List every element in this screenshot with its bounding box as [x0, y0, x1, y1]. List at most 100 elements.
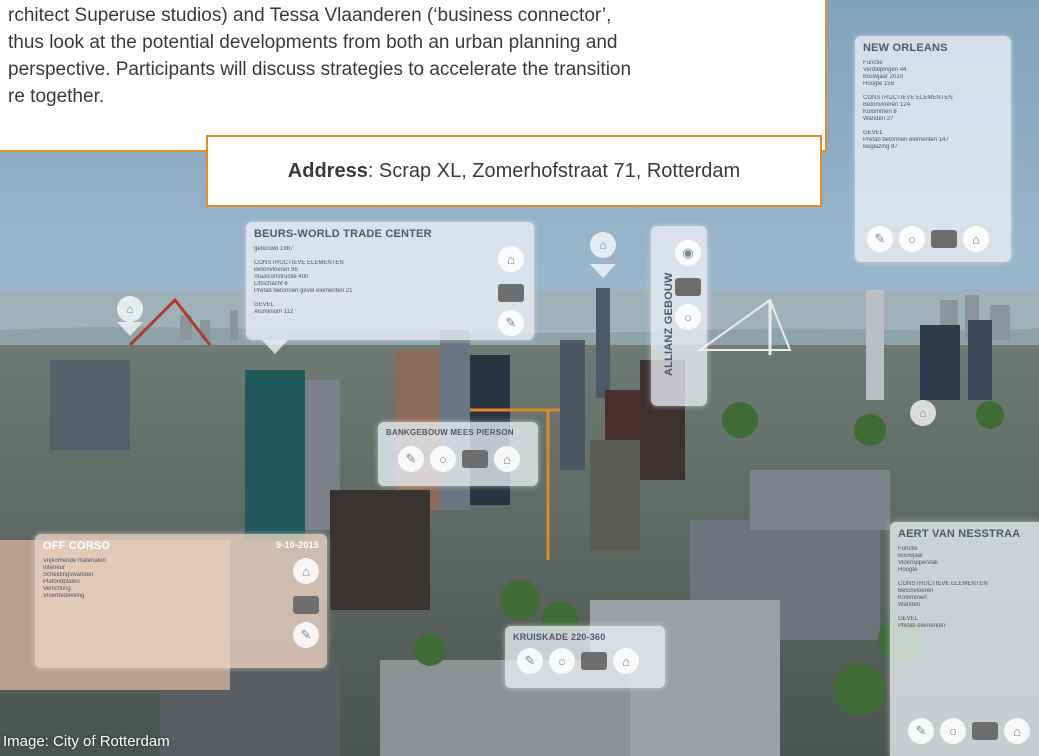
pointer-icon [262, 340, 288, 354]
panel-detail-line: Vloerbedekking [43, 593, 85, 599]
material-icon[interactable] [931, 230, 957, 248]
home-icon[interactable]: ⌂ [613, 648, 639, 674]
panel-actions: ✎ ○ ⌂ [908, 718, 1030, 744]
panel-detail-line: Verlichting [43, 586, 71, 592]
panel-detail-line: Betonvloeren 96 [254, 267, 298, 273]
panel-details: Vrijkomende materialen Interieur Scheiding… [43, 558, 319, 600]
edit-icon[interactable]: ✎ [908, 718, 934, 744]
edit-icon[interactable]: ✎ [867, 226, 893, 252]
circle-icon[interactable]: ○ [430, 446, 456, 472]
panel-detail-line [254, 253, 526, 260]
panel-detail-line [254, 295, 526, 302]
panel-detail-line [863, 123, 1003, 130]
location-pin-icon[interactable]: ⌂ [117, 296, 143, 322]
material-icon[interactable] [498, 284, 524, 302]
panel-side-actions: ◉ ○ [675, 240, 701, 330]
panel-detail-line: Vrijkomende materialen [43, 558, 106, 564]
panel-detail-line: Verdiepingen 44 [863, 67, 907, 73]
panel-title: KRUISKADE 220-360 [513, 632, 606, 642]
panel-detail-line: gebouwd 1987 [254, 246, 294, 252]
panel-beurs-wtc[interactable]: BEURS-WORLD TRADE CENTER gebouwd 1987 CO… [246, 222, 534, 340]
panel-detail-line: Plafondplaten [43, 579, 80, 585]
address-box: Address : Scrap XL, Zomerhofstraat 71, R… [206, 135, 822, 207]
quote-line-2: thus look at the potential developments … [8, 32, 618, 53]
panel-detail-line: Prefab betonnen elementen 147 [863, 137, 949, 143]
edit-icon[interactable]: ✎ [498, 310, 524, 336]
panel-detail-line: Scheidingswanden [43, 572, 94, 578]
panel-detail-line: CONSTRUCTIEVE ELEMENTEN [898, 581, 988, 587]
city-ar-image: rchitect Superuse studios) and Tessa Vla… [0, 0, 1039, 756]
panel-bankgebouw[interactable]: BANKGEBOUW MEES PIERSON ✎ ○ ⌂ [378, 422, 538, 486]
panel-detail-line: Betonvloeren 124 [863, 102, 911, 108]
edit-icon[interactable]: ✎ [293, 622, 319, 648]
panel-detail-line: Aluminium 112 [254, 309, 294, 315]
panel-detail-line: GEVEL [863, 130, 884, 136]
material-icon[interactable] [293, 596, 319, 614]
panel-title: OFF CORSO [43, 540, 111, 552]
panel-detail-line: Wanden 27 [863, 116, 894, 122]
circle-icon[interactable]: ○ [899, 226, 925, 252]
material-icon[interactable] [581, 652, 607, 670]
panel-details: Functie Bouwjaar Vloeroppervlak Hoogte CONS… [898, 546, 1031, 630]
circle-icon[interactable]: ○ [675, 304, 701, 330]
panel-detail-line: Functie [898, 546, 918, 552]
address-label: Address [287, 159, 368, 182]
panel-off-corso[interactable]: OFF CORSO 9-10-2015 Vrijkomende material… [35, 534, 327, 668]
panel-kruiskade[interactable]: KRUISKADE 220-360 ✎ ○ ⌂ [505, 626, 665, 688]
material-icon[interactable] [972, 722, 998, 740]
location-pin-icon[interactable]: ⌂ [910, 400, 936, 426]
panel-detail-line [898, 609, 1031, 616]
quote-line-3: perspective. Participants will discuss s… [8, 59, 632, 80]
quote-line-4: re together. [8, 86, 105, 107]
panel-detail-line: Betonvloeren [898, 588, 934, 594]
eye-icon[interactable]: ◉ [675, 240, 701, 266]
panel-detail-line [863, 88, 1003, 95]
panel-title: AERT VAN NESSTRAA [898, 528, 1021, 540]
panel-detail-line: GEVEL [898, 616, 919, 622]
panel-detail-line: Bouwjaar 2010 [863, 74, 904, 80]
panel-detail-line: Kolommen [898, 595, 927, 601]
home-icon[interactable]: ⌂ [1004, 718, 1030, 744]
circle-icon[interactable]: ○ [940, 718, 966, 744]
panel-detail-line: GEVEL [254, 302, 275, 308]
panel-actions: ✎ ○ ⌂ [517, 648, 639, 674]
quote-text-block: rchitect Superuse studios) and Tessa Vla… [0, 0, 827, 152]
circle-icon[interactable]: ○ [549, 648, 575, 674]
panel-title: BANKGEBOUW MEES PIERSON [386, 428, 514, 437]
address-value: : Scrap XL, Zomerhofstraat 71, Rotterdam [367, 159, 741, 182]
panel-detail-line: Kolommen 8 [863, 109, 897, 115]
panel-detail-line: Hoogte [898, 567, 918, 573]
panel-detail-line: CONSTRUCTIEVE ELEMENTEN [254, 260, 344, 266]
material-icon[interactable] [462, 450, 488, 468]
panel-detail-line: Prefab elementen [898, 623, 946, 629]
home-icon[interactable]: ⌂ [498, 246, 524, 272]
panel-allianz[interactable]: ALLIANZ GEBOUW ◉ ○ [651, 226, 707, 406]
panel-detail-line: Functie [863, 60, 883, 66]
edit-icon[interactable]: ✎ [398, 446, 424, 472]
panel-side-actions: ⌂ ✎ [498, 246, 524, 336]
edit-icon[interactable]: ✎ [517, 648, 543, 674]
location-pin-icon[interactable]: ⌂ [590, 232, 616, 258]
panel-actions: ✎ ○ ⌂ [398, 446, 520, 472]
panel-title: ALLIANZ GEBOUW [663, 272, 675, 376]
panel-detail-line: Prefab betonnen gevel elementen 21 [254, 288, 353, 294]
home-icon[interactable]: ⌂ [293, 558, 319, 584]
panel-new-orleans[interactable]: NEW ORLEANS Functie Verdiepingen 44 Bouwja… [855, 36, 1011, 262]
image-credit: Image: City of Rotterdam [3, 733, 170, 750]
panel-detail-line: Staalconstructie 400 [254, 274, 309, 280]
panel-title: NEW ORLEANS [863, 42, 948, 54]
material-icon[interactable] [675, 278, 701, 296]
panel-detail-line: Interieur [43, 565, 66, 571]
panel-aert-van-nesstraat[interactable]: AERT VAN NESSTRAA Functie Bouwjaar Vloerop… [890, 522, 1039, 756]
panel-detail-line: Hoogte 158 [863, 81, 895, 87]
panel-side-actions: ⌂ ✎ [293, 558, 319, 648]
quote-line-1: rchitect Superuse studios) and Tessa Vla… [8, 5, 612, 26]
home-icon[interactable]: ⌂ [494, 446, 520, 472]
panel-title: BEURS-WORLD TRADE CENTER [254, 228, 432, 240]
panel-details: gebouwd 1987 CONSTRUCTIEVE ELEMENTEN Beto… [254, 246, 526, 316]
panel-detail-line: Beglazing 87 [863, 144, 898, 150]
home-icon[interactable]: ⌂ [963, 226, 989, 252]
panel-detail-line: Wanden [898, 602, 921, 608]
panel-detail-line [898, 574, 1031, 581]
panel-details: Functie Verdiepingen 44 Bouwjaar 2010 Hoogt… [863, 60, 1003, 151]
